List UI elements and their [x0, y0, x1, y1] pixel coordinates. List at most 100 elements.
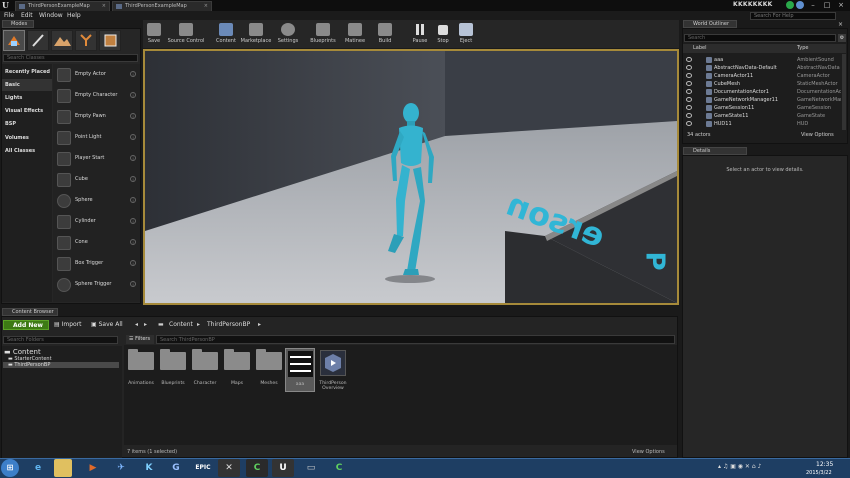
clock-time[interactable]: 12:35 — [816, 461, 833, 468]
eye-icon[interactable] — [686, 81, 692, 86]
eject-button[interactable]: Eject — [456, 20, 476, 48]
marketplace-button[interactable]: Marketplace — [240, 20, 272, 48]
geometry-mode-icon[interactable] — [99, 30, 121, 51]
menu-file[interactable]: File — [4, 11, 14, 20]
info-icon[interactable]: i — [130, 239, 136, 245]
eye-icon[interactable] — [686, 89, 692, 94]
close-icon[interactable]: × — [102, 2, 106, 11]
internet-explorer-icon[interactable]: e — [27, 459, 49, 477]
outliner-row[interactable]: GameSession11 GameSession — [683, 104, 841, 112]
asset-thirdperson-overview[interactable]: ThirdPerson Overview — [318, 348, 348, 392]
stop-button[interactable]: Stop — [433, 20, 453, 48]
eye-icon[interactable] — [686, 57, 692, 62]
maximize-button[interactable]: □ — [820, 0, 834, 10]
notification-icon[interactable] — [796, 1, 804, 9]
camtasia-recorder-icon[interactable]: C — [328, 459, 350, 477]
start-button[interactable]: ⊞ — [1, 459, 19, 477]
app-x-icon[interactable]: ✕ — [218, 459, 240, 477]
eye-icon[interactable] — [686, 97, 692, 102]
col-label[interactable]: Label — [693, 44, 707, 53]
foliage-mode-icon[interactable] — [75, 30, 97, 51]
content-browser-tab[interactable]: Content Browser — [2, 308, 58, 316]
info-icon[interactable]: i — [130, 134, 136, 140]
search-assets-input[interactable]: Search ThirdPersonBP — [156, 335, 675, 344]
level-tab-1[interactable]: ThirdPersonExampleMap × — [15, 1, 110, 11]
app-window-icon[interactable]: ▭ — [300, 459, 322, 477]
place-mode-icon[interactable] — [3, 30, 25, 51]
app-g-icon[interactable]: G — [165, 459, 187, 477]
category-lights[interactable]: Lights — [2, 92, 52, 104]
close-icon[interactable]: × — [204, 2, 208, 11]
media-player-icon[interactable]: ▶ — [82, 459, 104, 477]
file-explorer-icon[interactable] — [54, 459, 72, 477]
category-visual-effects[interactable]: Visual Effects — [2, 105, 52, 117]
place-item-cone[interactable]: Cone i — [54, 233, 139, 253]
source-control-button[interactable]: Source Control — [166, 20, 206, 48]
matinee-button[interactable]: Matinee — [342, 20, 368, 48]
place-item-point-light[interactable]: Point Light i — [54, 128, 139, 148]
menu-window[interactable]: Window — [39, 11, 63, 20]
back-arrow-icon[interactable]: ◂ — [135, 320, 138, 330]
filters-button[interactable]: ☰ Filters — [126, 335, 154, 344]
tray-icons[interactable]: ▴ ♫ ▣ ◉ ✕ ⌂ ♪ — [718, 463, 761, 470]
search-classes-input[interactable]: Search Classes — [3, 54, 138, 62]
level-tab-2[interactable]: ThirdPersonExampleMap × — [112, 1, 212, 11]
content-view-options[interactable]: View Options — [632, 449, 665, 455]
paint-mode-icon[interactable] — [27, 30, 49, 51]
category-basic[interactable]: Basic — [2, 79, 52, 91]
category-volumes[interactable]: Volumes — [2, 132, 52, 144]
category-all-classes[interactable]: All Classes — [2, 145, 52, 157]
col-type[interactable]: Type — [797, 44, 808, 53]
path-thirdpersonbp[interactable]: ThirdPersonBP — [207, 320, 250, 330]
modes-tab[interactable]: Modes — [2, 20, 34, 28]
outliner-row[interactable]: AbstractNavData-Default AbstractNavData — [683, 64, 841, 72]
world-outliner-tab[interactable]: World Outliner — [683, 20, 737, 28]
content-button[interactable]: Content — [214, 20, 238, 48]
eye-icon[interactable] — [686, 121, 692, 126]
outliner-row[interactable]: GameState11 GameState — [683, 112, 841, 120]
asset-aaa-selected[interactable]: aaa — [285, 348, 315, 392]
info-icon[interactable]: i — [130, 71, 136, 77]
outliner-row[interactable]: CubeMesh StaticMeshActor — [683, 80, 841, 88]
outliner-row[interactable]: aaa AmbientSound — [683, 56, 841, 64]
menu-edit[interactable]: Edit — [21, 11, 33, 20]
camtasia-icon[interactable]: C — [246, 459, 268, 477]
close-icon[interactable]: × — [838, 21, 843, 28]
blueprints-button[interactable]: Blueprints — [308, 20, 338, 48]
unreal-editor-task-icon[interactable]: U — [272, 459, 294, 477]
landscape-mode-icon[interactable] — [51, 30, 73, 51]
eye-icon[interactable] — [686, 113, 692, 118]
source-control-status-icon[interactable] — [786, 1, 794, 9]
search-folders-input[interactable]: Search Folders — [3, 336, 118, 344]
place-item-sphere[interactable]: Sphere i — [54, 191, 139, 211]
info-icon[interactable]: i — [130, 281, 136, 287]
place-item-box-trigger[interactable]: Box Trigger i — [54, 254, 139, 274]
save-button[interactable]: Save — [144, 20, 164, 48]
mannequin-character[interactable] — [385, 101, 445, 286]
level-viewport[interactable]: erson P — [143, 49, 679, 305]
tree-item-content[interactable]: ▬ Content — [4, 348, 41, 356]
info-icon[interactable]: i — [130, 92, 136, 98]
category-bsp[interactable]: BSP — [2, 118, 52, 130]
clock-date[interactable]: 2015/3/22 — [806, 470, 832, 476]
outliner-row[interactable]: DocumentationActor1 DocumentationAc — [683, 88, 841, 96]
place-item-sphere-trigger[interactable]: Sphere Trigger i — [54, 275, 139, 295]
help-search-input[interactable]: Search For Help — [750, 12, 836, 20]
info-icon[interactable]: i — [130, 260, 136, 266]
details-tab[interactable]: Details — [683, 147, 747, 155]
menu-help[interactable]: Help — [67, 11, 81, 20]
airplane-icon[interactable]: ✈ — [110, 459, 132, 477]
app-k-icon[interactable]: K — [138, 459, 160, 477]
eye-icon[interactable] — [686, 73, 692, 78]
info-icon[interactable]: i — [130, 155, 136, 161]
place-item-empty-character[interactable]: Empty Character i — [54, 86, 139, 106]
eye-icon[interactable] — [686, 105, 692, 110]
import-button[interactable]: ▤ Import — [54, 320, 82, 330]
save-all-button[interactable]: ▣ Save All — [91, 320, 123, 330]
chevron-right-icon[interactable]: ▸ — [258, 320, 261, 330]
place-item-cube[interactable]: Cube i — [54, 170, 139, 190]
category-recently-placed[interactable]: Recently Placed — [2, 66, 52, 78]
add-new-button[interactable]: Add New — [3, 320, 49, 330]
info-icon[interactable]: i — [130, 113, 136, 119]
pause-button[interactable]: Pause — [410, 20, 430, 48]
